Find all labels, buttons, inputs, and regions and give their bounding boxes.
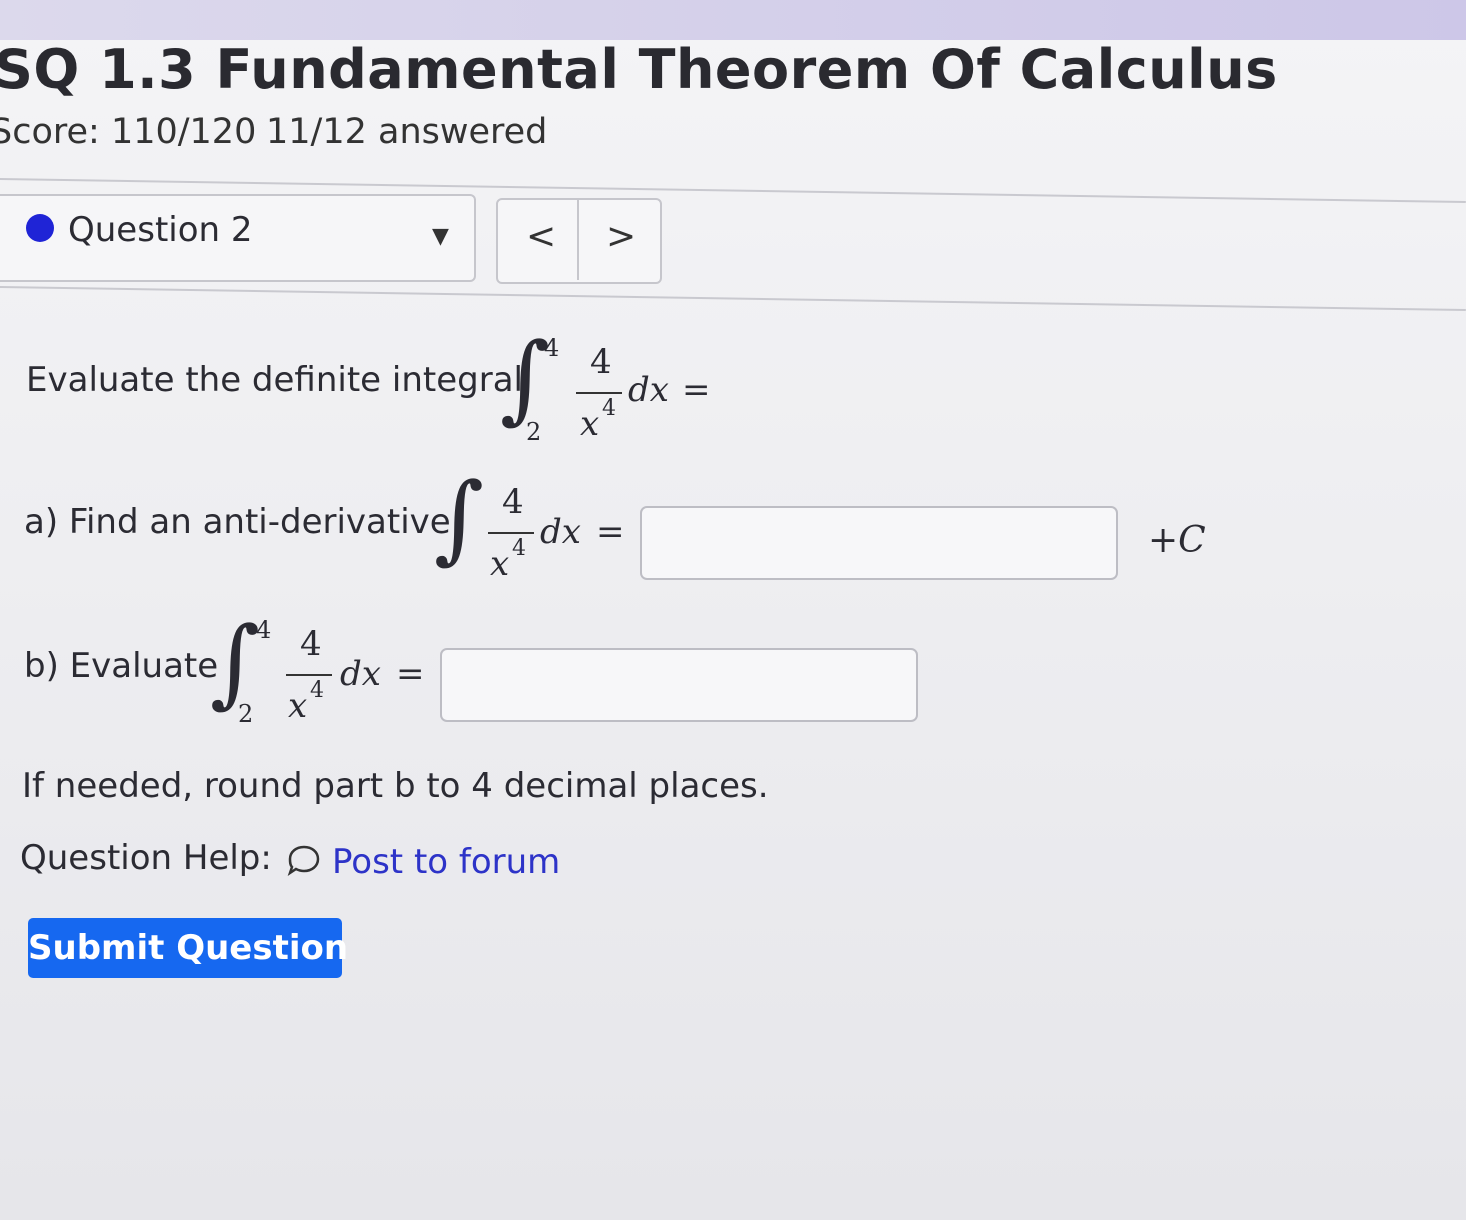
question-prompt: Evaluate the definite integral xyxy=(26,360,523,400)
fraction-bar xyxy=(488,532,534,534)
integral-lower-limit: 2 xyxy=(238,700,254,728)
rounding-note: If needed, round part b to 4 decimal pla… xyxy=(22,766,769,806)
part-a-label: a) Find an anti-derivative xyxy=(24,502,451,542)
equals-sign: = xyxy=(682,370,711,410)
prev-question-button[interactable]: < xyxy=(526,216,556,257)
top-banner xyxy=(0,0,1466,40)
post-to-forum-link[interactable]: Post to forum xyxy=(332,842,560,882)
fraction-bar xyxy=(576,392,622,394)
score-text: Score: 110/120 xyxy=(0,112,257,152)
fraction-numerator: 4 xyxy=(300,624,322,664)
divider xyxy=(0,286,1466,312)
question-selector-label: Question 2 xyxy=(68,210,253,250)
integral-sign: ∫ xyxy=(500,322,551,434)
fraction-exponent: 4 xyxy=(310,678,324,703)
nav-divider xyxy=(577,200,579,280)
integral-sign: ∫ xyxy=(434,462,485,574)
part-b-answer-input[interactable] xyxy=(440,648,918,722)
fraction-numerator: 4 xyxy=(590,342,612,382)
speech-bubble-icon xyxy=(286,842,322,882)
integral-upper-limit: 4 xyxy=(544,334,560,362)
submit-question-button[interactable]: Submit Question xyxy=(28,918,348,978)
part-a-answer-input[interactable] xyxy=(640,506,1118,580)
differential: dx xyxy=(628,370,669,410)
question-nav-group xyxy=(496,198,662,284)
fraction-numerator: 4 xyxy=(502,482,524,522)
fraction-denominator: x xyxy=(288,686,308,726)
fraction-denominator: x xyxy=(490,544,510,584)
differential: dx xyxy=(540,512,581,552)
equals-sign: = xyxy=(396,654,425,694)
fraction-exponent: 4 xyxy=(602,396,616,421)
fraction-exponent: 4 xyxy=(512,536,526,561)
constant-suffix: +C xyxy=(1148,520,1206,561)
dropdown-caret-icon[interactable]: ▼ xyxy=(432,224,449,249)
fraction-denominator: x xyxy=(580,404,600,444)
question-status-dot xyxy=(26,214,54,242)
fraction-bar xyxy=(286,674,332,676)
next-question-button[interactable]: > xyxy=(606,216,636,257)
integral-lower-limit: 2 xyxy=(526,418,542,446)
question-help-label: Question Help: xyxy=(20,838,272,878)
integral-upper-limit: 4 xyxy=(256,616,272,644)
page-title: SQ 1.3 Fundamental Theorem Of Calculus xyxy=(0,38,1278,101)
equals-sign: = xyxy=(596,512,625,552)
differential: dx xyxy=(340,654,381,694)
part-b-label: b) Evaluate xyxy=(24,646,219,686)
answered-count: 11/12 answered xyxy=(266,112,548,152)
